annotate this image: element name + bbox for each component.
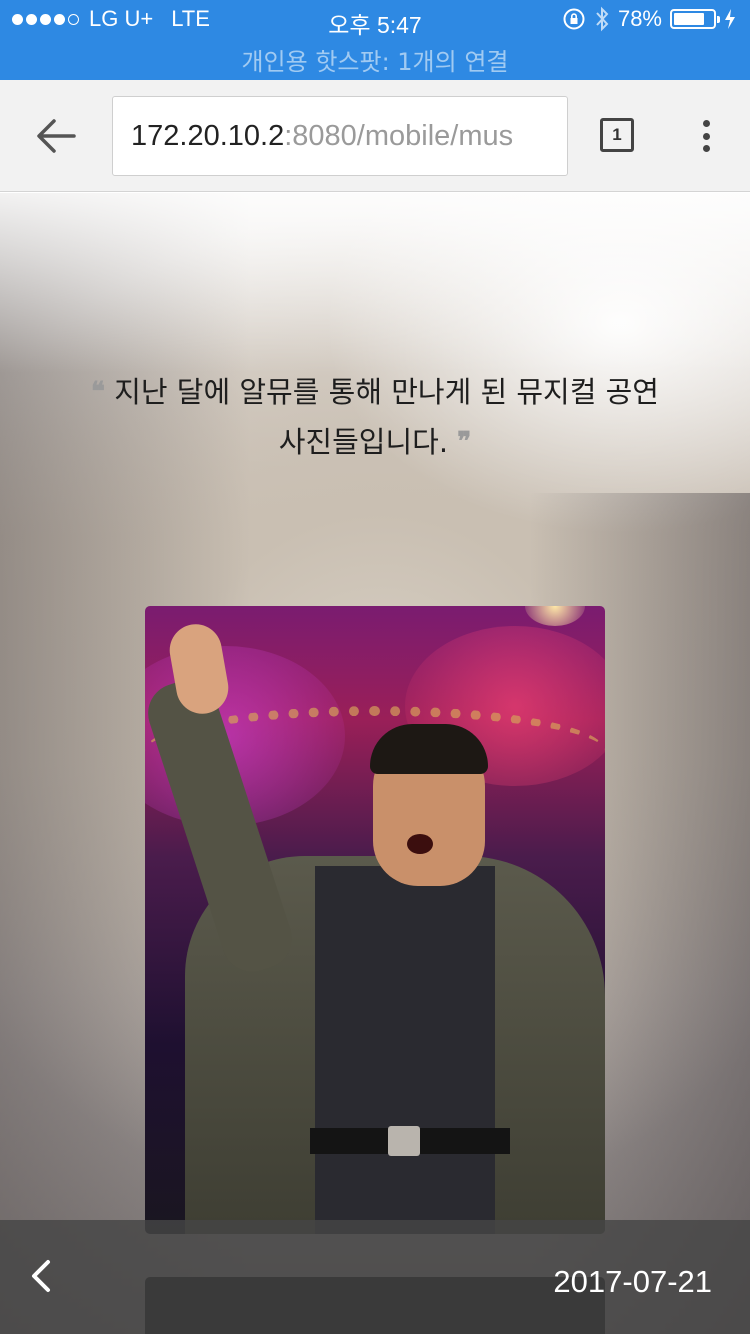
page-content[interactable]: ❝ 지난 달에 알뮤를 통해 만나게 된 뮤지컬 공연 사진들입니다. ❞ (0, 193, 750, 1334)
performer-mouth (407, 834, 433, 854)
tab-switcher-button[interactable]: 1 (600, 118, 634, 152)
intro-quote: ❝ 지난 달에 알뮤를 통해 만나게 된 뮤지컬 공연 사진들입니다. ❞ (60, 367, 690, 467)
dot-icon (702, 132, 710, 140)
open-quote-icon: ❝ (91, 377, 105, 407)
back-button[interactable] (34, 116, 78, 156)
charging-icon (725, 9, 735, 29)
dot-icon (702, 145, 710, 152)
previous-button[interactable] (26, 1256, 56, 1296)
battery-percent: 78% (617, 6, 662, 31)
quote-line-1: 지난 달에 알뮤를 통해 만나게 된 뮤지컬 공연 (114, 375, 659, 409)
photo-footer-bar: 2017-07-21 (0, 1220, 750, 1334)
bluetooth-icon (596, 6, 609, 32)
dot-icon (702, 120, 710, 127)
url-bar[interactable]: 172.20.10.2:8080/mobile/mus (112, 96, 568, 176)
browser-toolbar: 172.20.10.2:8080/mobile/mus 1 (0, 80, 750, 192)
quote-line-2: 사진들입니다. (278, 425, 449, 459)
close-quote-icon: ❞ (457, 427, 472, 457)
photo-date: 2017-07-21 (553, 1264, 712, 1299)
hotspot-banner[interactable]: 개인용 핫스팟: 1개의 연결 (0, 42, 750, 77)
arrow-left-icon (37, 119, 76, 153)
background-highlight (0, 193, 750, 373)
url-path: :8080/mobile/mus (284, 120, 514, 152)
performer-hair (370, 724, 488, 774)
battery-icon (670, 9, 720, 29)
url-host: 172.20.10.2 (131, 120, 285, 152)
rotation-lock-icon (563, 8, 585, 30)
status-icons: 78% (562, 6, 736, 32)
chevron-left-icon (32, 1260, 50, 1292)
more-menu-button[interactable] (694, 116, 718, 156)
status-bar: LG U+ LTE 오후 5:47 78% 개인용 핫스팟: 1개의 연결 (0, 0, 750, 80)
stage-light (525, 606, 585, 626)
performer-shirt (315, 866, 495, 1234)
performance-photo[interactable] (145, 606, 605, 1234)
performer-buckle (388, 1126, 420, 1156)
